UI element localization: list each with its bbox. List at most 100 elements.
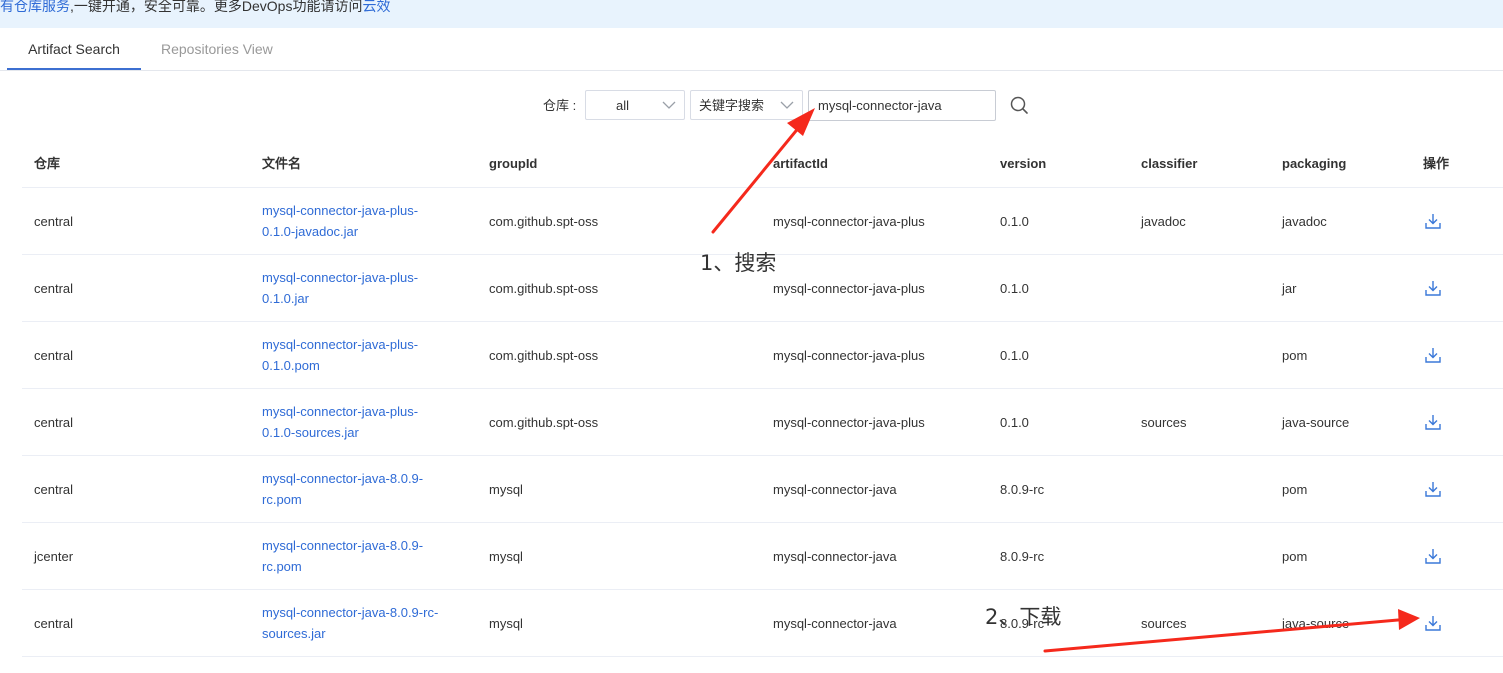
file-name-line2: rc.pom: [262, 492, 302, 507]
cell-groupid: com.github.spt-oss: [489, 414, 599, 430]
file-name-line2: 0.1.0.pom: [262, 358, 320, 373]
cell-artifactid: mysql-connector-java-plus: [773, 414, 925, 430]
file-link[interactable]: mysql-connector-java-plus- 0.1.0-javadoc.…: [262, 188, 458, 254]
header-classifier: classifier: [1141, 156, 1198, 171]
cell-groupid: mysql: [489, 548, 523, 564]
cell-groupid: com.github.spt-oss: [489, 280, 599, 296]
cell-artifactid: mysql-connector-java-plus: [773, 280, 925, 296]
cell-packaging: pom: [1282, 347, 1308, 363]
cell-repo: central: [34, 481, 74, 497]
file-name-line2: rc.pom: [262, 559, 302, 574]
cell-actions: [1423, 590, 1443, 656]
cell-classifier: javadoc: [1141, 213, 1186, 229]
file-name-line1: mysql-connector-java-8.0.9-: [262, 471, 424, 486]
cell-version: 8.0.9-rc: [1000, 548, 1045, 564]
chevron-down-icon: [780, 101, 794, 109]
header-filename: 文件名: [262, 156, 302, 171]
table-row: central mysql-connector-java-plus- 0.1.0-…: [22, 389, 1503, 456]
table-row: central mysql-connector-java-8.0.9- rc.po…: [22, 456, 1503, 523]
file-link[interactable]: mysql-connector-java-plus- 0.1.0.jar: [262, 255, 458, 321]
download-icon[interactable]: [1423, 546, 1443, 566]
notice-banner: 有仓库服务,一键开通，安全可靠。更多DevOps功能请访问云效: [0, 0, 1503, 28]
file-link[interactable]: mysql-connector-java-plus- 0.1.0-sources.…: [262, 389, 458, 455]
cell-version: 0.1.0: [1000, 414, 1029, 430]
cell-packaging: pom: [1282, 481, 1308, 497]
table-row: central mysql-connector-java-plus- 0.1.0.…: [22, 322, 1503, 389]
header-actions: 操作: [1423, 156, 1450, 171]
repo-select[interactable]: all: [585, 90, 685, 120]
yunxiao-link[interactable]: 云效: [362, 0, 390, 14]
cell-groupid: mysql: [489, 615, 523, 631]
cell-version: 0.1.0: [1000, 213, 1029, 229]
chevron-down-icon: [662, 101, 676, 109]
cell-artifactid: mysql-connector-java: [773, 548, 897, 564]
cell-repo: central: [34, 615, 74, 631]
table-row: central mysql-connector-java-plus- 0.1.0-…: [22, 188, 1503, 255]
cell-actions: [1423, 523, 1443, 589]
cell-packaging: java-source: [1282, 615, 1350, 631]
artifact-table: 仓库 文件名 groupId artifactId version classi…: [22, 140, 1503, 657]
cell-actions: [1423, 456, 1443, 522]
repo-service-link[interactable]: 有仓库服务: [0, 0, 70, 14]
file-link[interactable]: mysql-connector-java-plus- 0.1.0.pom: [262, 322, 458, 388]
search-icon[interactable]: [1008, 94, 1030, 116]
download-icon[interactable]: [1423, 479, 1443, 499]
cell-classifier: sources: [1141, 615, 1187, 631]
cell-artifactid: mysql-connector-java-plus: [773, 347, 925, 363]
cell-packaging: java-source: [1282, 414, 1350, 430]
annotation-step-download: 2、下载: [985, 605, 1062, 629]
download-icon[interactable]: [1423, 278, 1443, 298]
file-name-line2: 0.1.0-sources.jar: [262, 425, 359, 440]
cell-artifactid: mysql-connector-java: [773, 481, 897, 497]
search-mode-select[interactable]: 关键字搜索: [690, 90, 803, 120]
file-name-line2: sources.jar: [262, 626, 326, 641]
cell-repo: central: [34, 414, 74, 430]
cell-version: 0.1.0: [1000, 347, 1029, 363]
header-groupid: groupId: [489, 156, 538, 171]
header-repo: 仓库: [34, 156, 61, 171]
cell-groupid: com.github.spt-oss: [489, 213, 599, 229]
file-name-line1: mysql-connector-java-8.0.9-: [262, 538, 424, 553]
cell-version: 0.1.0: [1000, 280, 1029, 296]
tab-repositories-view[interactable]: Repositories View: [161, 28, 273, 68]
file-name-line1: mysql-connector-java-plus-: [262, 404, 419, 419]
tab-artifact-search[interactable]: Artifact Search: [7, 28, 141, 70]
cell-packaging: pom: [1282, 548, 1308, 564]
cell-artifactid: mysql-connector-java-plus: [773, 213, 925, 229]
annotation-step-search: 1、搜索: [700, 251, 777, 275]
notice-text: 有仓库服务,一键开通，安全可靠。更多DevOps功能请访问云效: [0, 0, 390, 16]
cell-packaging: javadoc: [1282, 213, 1327, 229]
view-tabs: Artifact Search Repositories View: [0, 28, 1503, 71]
file-link[interactable]: mysql-connector-java-8.0.9- rc.pom: [262, 456, 458, 522]
repo-filter-label: 仓库 :: [543, 98, 577, 113]
cell-artifactid: mysql-connector-java: [773, 615, 897, 631]
header-version: version: [1000, 156, 1047, 171]
cell-actions: [1423, 389, 1443, 455]
header-artifactid: artifactId: [773, 156, 828, 171]
search-input[interactable]: [808, 90, 996, 121]
download-icon[interactable]: [1423, 345, 1443, 365]
cell-version: 8.0.9-rc: [1000, 481, 1045, 497]
search-mode-value: 关键字搜索: [699, 98, 765, 113]
file-name-line2: 0.1.0.jar: [262, 291, 309, 306]
download-icon[interactable]: [1423, 412, 1443, 432]
cell-repo: central: [34, 280, 74, 296]
cell-groupid: com.github.spt-oss: [489, 347, 599, 363]
cell-packaging: jar: [1282, 280, 1297, 296]
file-name-line1: mysql-connector-java-plus-: [262, 270, 419, 285]
notice-body: ,一键开通，安全可靠。更多DevOps功能请访问: [70, 0, 363, 14]
file-link[interactable]: mysql-connector-java-8.0.9-rc-sources.ja…: [262, 590, 458, 656]
download-icon[interactable]: [1423, 613, 1443, 633]
cell-groupid: mysql: [489, 481, 523, 497]
file-name-line1: mysql-connector-java-plus-: [262, 203, 419, 218]
cell-repo: jcenter: [34, 548, 74, 564]
cell-classifier: sources: [1141, 414, 1187, 430]
header-packaging: packaging: [1282, 156, 1347, 171]
repo-select-value: all: [616, 98, 630, 113]
download-icon[interactable]: [1423, 211, 1443, 231]
table-row: central mysql-connector-java-8.0.9-rc-so…: [22, 590, 1503, 657]
file-link[interactable]: mysql-connector-java-8.0.9- rc.pom: [262, 523, 458, 589]
cell-repo: central: [34, 213, 74, 229]
cell-repo: central: [34, 347, 74, 363]
cell-actions: [1423, 255, 1443, 321]
